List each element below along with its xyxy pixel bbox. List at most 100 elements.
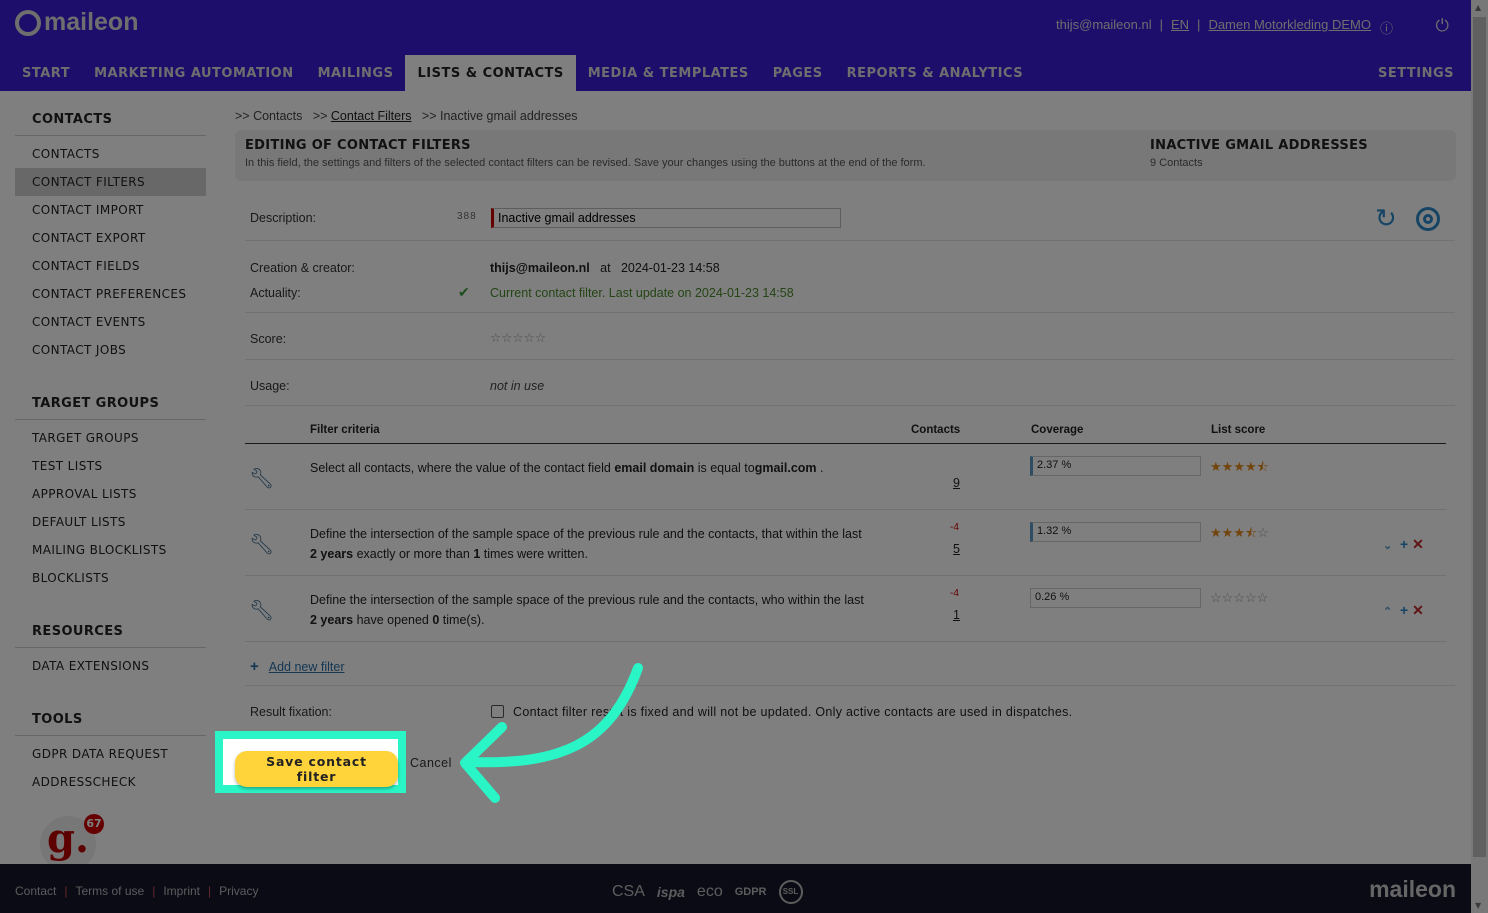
creator: thijs@maileon.nl — [490, 261, 590, 275]
sidebar-item-contact-jobs[interactable]: CONTACT JOBS — [15, 336, 206, 364]
sidebar-item-mailing-blocklists[interactable]: MAILING BLOCKLISTS — [15, 536, 206, 564]
add-icon[interactable]: + — [1400, 536, 1408, 552]
score-label: Score: — [250, 332, 287, 346]
sidebar-item-blocklists[interactable]: BLOCKLISTS — [15, 564, 206, 592]
usage-value: not in use — [490, 379, 545, 393]
crumb-contacts[interactable]: >> Contacts — [235, 109, 302, 123]
sidebar-item-gdpr-data-request[interactable]: GDPR DATA REQUEST — [15, 740, 206, 768]
add-filter-link[interactable]: Add new filter — [269, 660, 345, 674]
footer-imprint[interactable]: Imprint — [163, 884, 200, 898]
filter-id: 388 — [457, 211, 477, 222]
nav-media-templates[interactable]: MEDIA & TEMPLATES — [576, 55, 761, 91]
header: maileon thijs@maileon.nl | EN | Damen Moto… — [0, 0, 1471, 91]
highlight-box: Save contact filter — [215, 731, 406, 793]
check-icon: ✔ — [458, 284, 470, 300]
scroll-up-icon[interactable]: ▲ — [1475, 3, 1481, 12]
footer: Contact | Terms of use | Imprint | Privacy … — [0, 864, 1471, 913]
filter-criterion[interactable]: Define the intersection of the sample sp… — [310, 524, 870, 564]
wrench-icon[interactable]: 🔧︎ — [249, 466, 274, 491]
sidebar-item-addresscheck[interactable]: ADDRESSCHECK — [15, 768, 206, 796]
language-link[interactable]: EN — [1171, 17, 1189, 32]
sidebar-item-target-groups[interactable]: TARGET GROUPS — [15, 424, 206, 452]
sidebar-item-approval-lists[interactable]: APPROVAL LISTS — [15, 480, 206, 508]
wrench-icon[interactable]: 🔧︎ — [249, 598, 274, 623]
list-score-stars: ★★★⯪☆ — [1210, 525, 1269, 540]
logo-icon — [15, 9, 41, 36]
info-box: EDITING OF CONTACT FILTERS In this field… — [235, 130, 1456, 181]
table-row: 🔧︎ Select all contacts, where the value … — [245, 444, 1446, 510]
sidebar-item-contact-export[interactable]: CONTACT EXPORT — [15, 224, 206, 252]
at-text: at — [600, 261, 611, 275]
coverage-bar: 1.32 % — [1030, 522, 1201, 542]
contacts-count[interactable]: 1 — [953, 608, 960, 622]
score-stars: ☆☆☆☆☆ — [490, 331, 547, 345]
crumb-contact-filters[interactable]: Contact Filters — [331, 109, 412, 123]
sidebar-item-default-lists[interactable]: DEFAULT LISTS — [15, 508, 206, 536]
sidebar-item-contact-fields[interactable]: CONTACT FIELDS — [15, 252, 206, 280]
cancel-button[interactable]: Cancel — [405, 753, 457, 773]
sidebar-item-test-lists[interactable]: TEST LISTS — [15, 452, 206, 480]
target-icon[interactable] — [1416, 207, 1440, 231]
sidebar-heading: CONTACTS — [15, 100, 206, 136]
sidebar-item-contact-preferences[interactable]: CONTACT PREFERENCES — [15, 280, 206, 308]
csa-badge: CSA — [612, 883, 645, 900]
move-up-icon[interactable]: ⌃ — [1383, 606, 1392, 618]
scrollbar[interactable]: ▲ ▼ — [1471, 0, 1488, 913]
save-contact-filter-button[interactable]: Save contact filter — [235, 751, 398, 787]
add-new-filter[interactable]: + Add new filter — [250, 658, 345, 675]
nav-pages[interactable]: PAGES — [761, 55, 835, 91]
add-icon[interactable]: + — [1400, 602, 1408, 618]
list-score-stars: ★★★★⯪ — [1210, 459, 1269, 474]
nav-mailings[interactable]: MAILINGS — [306, 55, 406, 91]
sidebar-item-contacts[interactable]: CONTACTS — [15, 140, 206, 168]
delete-icon[interactable]: ✕ — [1412, 602, 1424, 618]
info-icon[interactable]: ⓘ — [1380, 18, 1393, 37]
delete-icon[interactable]: ✕ — [1412, 536, 1424, 552]
contacts-count[interactable]: 5 — [953, 542, 960, 556]
wrench-icon[interactable]: 🔧︎ — [249, 532, 274, 557]
description-input[interactable] — [491, 208, 841, 228]
sidebar-group-tools: TOOLS GDPR DATA REQUEST ADDRESSCHECK — [15, 700, 206, 796]
sidebar-item-contact-import[interactable]: CONTACT IMPORT — [15, 196, 206, 224]
separator: | — [1197, 17, 1201, 32]
move-down-icon[interactable]: ⌄ — [1383, 540, 1392, 552]
maileon-logo[interactable]: maileon — [15, 8, 138, 37]
nav-start[interactable]: START — [10, 55, 82, 91]
sidebar-item-contact-filters[interactable]: CONTACT FILTERS — [15, 168, 206, 196]
col-filter-criteria: Filter criteria — [310, 424, 380, 436]
result-fixation-label: Result fixation: — [250, 705, 332, 719]
result-fixation-text: Contact filter result is fixed and will … — [513, 705, 1073, 719]
notification-count: 67 — [84, 814, 104, 834]
refresh-icon[interactable]: ↻ — [1375, 203, 1397, 234]
footer-contact[interactable]: Contact — [15, 884, 56, 898]
nav-settings[interactable]: SETTINGS — [1378, 66, 1454, 81]
coverage-bar: 2.37 % — [1030, 456, 1201, 476]
nav-lists-contacts[interactable]: LISTS & CONTACTS — [405, 55, 576, 91]
sidebar-item-contact-events[interactable]: CONTACT EVENTS — [15, 308, 206, 336]
power-icon[interactable]: ⏻ — [1436, 16, 1449, 36]
filter-criterion[interactable]: Define the intersection of the sample sp… — [310, 590, 870, 630]
coverage-bar: 0.26 % — [1030, 588, 1201, 608]
ssl-badge: SSL — [778, 880, 803, 904]
col-list-score: List score — [1211, 424, 1266, 436]
nav-marketing-automation[interactable]: MARKETING AUTOMATION — [82, 55, 306, 91]
sidebar-group-target_groups: TARGET GROUPS TARGET GROUPS TEST LISTS APPR… — [15, 384, 206, 592]
sidebar-item-data-extensions[interactable]: DATA EXTENSIONS — [15, 652, 206, 680]
created-date: 2024-01-23 14:58 — [620, 261, 720, 275]
plus-icon: + — [250, 658, 259, 675]
ispa-badge: ispa — [656, 884, 685, 900]
sidebar-heading: TARGET GROUPS — [15, 384, 206, 420]
contacts-count[interactable]: 9 — [953, 476, 960, 490]
footer-privacy[interactable]: Privacy — [219, 884, 258, 898]
account-link[interactable]: Damen Motorkleding DEMO — [1208, 17, 1371, 32]
filter-criterion[interactable]: Select all contacts, where the value of … — [310, 458, 870, 478]
scroll-down-icon[interactable]: ▼ — [1475, 901, 1481, 910]
scroll-thumb[interactable] — [1473, 17, 1486, 857]
nav-reports-analytics[interactable]: REPORTS & ANALYTICS — [835, 55, 1036, 91]
result-fixation-checkbox[interactable] — [491, 705, 504, 718]
actuality-label: Actuality: — [250, 286, 301, 300]
contacts-diff: -4 — [950, 588, 959, 599]
crumb-sep: >> — [312, 109, 331, 123]
crumb-current: >> Inactive gmail addresses — [421, 109, 578, 123]
footer-terms[interactable]: Terms of use — [75, 884, 144, 898]
